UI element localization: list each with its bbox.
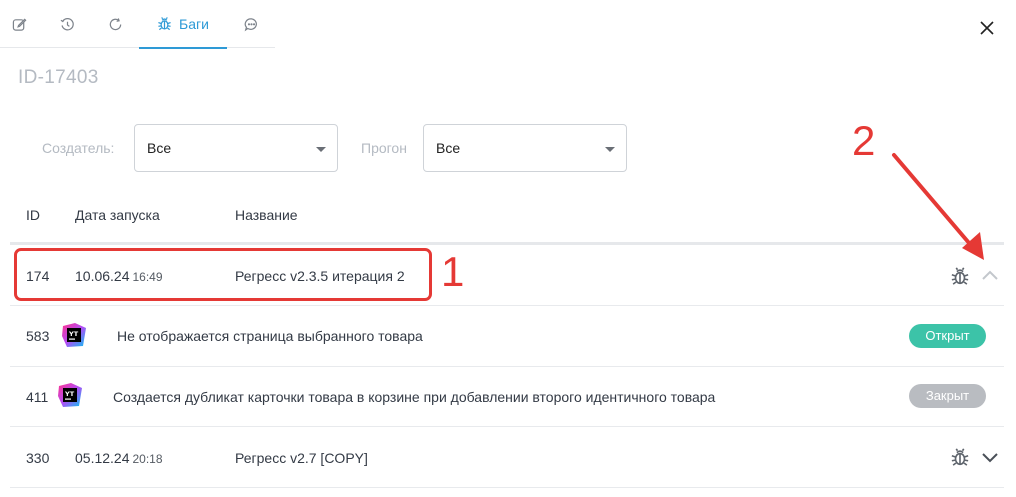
run-select[interactable]: Все	[423, 124, 627, 172]
creator-select-value: Все	[147, 140, 172, 156]
creator-filter-label: Создатель:	[42, 140, 115, 156]
run-date-value: 05.12.24	[75, 450, 130, 466]
tab-history[interactable]	[50, 0, 84, 48]
bug-id: 583	[26, 328, 50, 344]
tab-bugs-label: Баги	[179, 15, 209, 32]
creator-select[interactable]: Все	[134, 124, 338, 172]
run-date: 05.12.24 20:18	[75, 450, 163, 466]
tab-bugs[interactable]: Баги	[139, 0, 227, 49]
status-badge: Открыт	[909, 324, 986, 348]
bug-icon[interactable]	[950, 447, 970, 467]
run-id: 330	[26, 450, 50, 466]
youtrack-logo-icon: YT	[58, 383, 82, 407]
run-filter-label: Прогон	[361, 140, 407, 156]
row-divider	[10, 305, 1004, 306]
chevron-down-icon	[316, 147, 326, 152]
run-time-value: 20:18	[132, 452, 163, 466]
youtrack-logo-icon: YT	[62, 323, 86, 347]
table-header-divider	[10, 242, 1004, 245]
youtrack-logo-text: YT	[68, 330, 79, 338]
column-header-date[interactable]: Дата запуска	[75, 207, 160, 223]
refresh-icon	[109, 17, 121, 30]
youtrack-logo-text: YT	[64, 390, 75, 398]
tab-bar: Баги	[0, 0, 275, 49]
annotation-box-1	[14, 248, 432, 301]
tab-comments[interactable]	[234, 0, 268, 48]
row-divider	[10, 426, 1004, 427]
column-header-id[interactable]: ID	[26, 207, 40, 223]
bug-title[interactable]: Создается дубликат карточки товара в кор…	[113, 389, 715, 405]
tab-edit[interactable]	[2, 0, 36, 48]
run-name: Регресс v2.7 [COPY]	[235, 450, 368, 466]
status-badge: Закрыт	[909, 384, 986, 408]
tab-refresh[interactable]	[98, 0, 132, 48]
row-divider	[10, 366, 1004, 367]
annotation-arrow	[892, 153, 984, 260]
run-select-value: Все	[436, 140, 461, 156]
bug-icon	[158, 17, 171, 31]
annotation-label-2: 2	[852, 117, 876, 164]
column-header-name[interactable]: Название	[235, 207, 298, 223]
history-icon	[60, 17, 74, 30]
close-icon[interactable]	[976, 17, 998, 39]
row-divider	[10, 487, 1004, 488]
page-title: ID-17403	[18, 67, 99, 88]
chevron-down-icon[interactable]	[980, 447, 1000, 467]
annotation-label-1: 1	[441, 248, 465, 295]
bug-title[interactable]: Не отображается страница выбранного това…	[117, 328, 423, 344]
comment-icon	[244, 17, 257, 31]
bug-id: 411	[26, 389, 49, 405]
edit-icon	[12, 17, 26, 31]
chevron-down-icon	[605, 147, 615, 152]
